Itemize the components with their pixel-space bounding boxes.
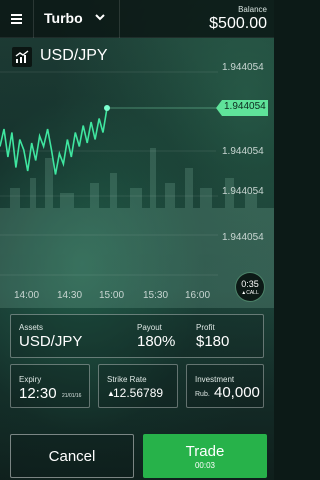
assets-label: Assets	[19, 323, 44, 332]
divider	[119, 0, 120, 38]
hamburger-icon	[11, 13, 22, 25]
expiry-label: Expiry	[19, 375, 42, 384]
price-level: 1.944054	[222, 62, 264, 73]
investment-field[interactable]: Investment Rub. 40,000	[186, 364, 264, 408]
top-bar: Turbo Balance $500.00	[0, 0, 274, 38]
investment-label: Investment	[195, 375, 235, 384]
trade-button[interactable]: Trade 00:03	[143, 434, 267, 478]
payout-value: 180%	[137, 333, 176, 350]
time-tick: 15:00	[99, 290, 125, 301]
time-tick: 15:30	[143, 290, 169, 301]
expiry-selector[interactable]: Expiry 12:30 21/01/16	[10, 364, 90, 408]
trade-button-timer: 00:03	[194, 461, 216, 470]
expiry-date: 21/01/16	[62, 393, 82, 399]
price-chart[interactable]	[0, 38, 274, 308]
investment-currency: Rub.	[195, 391, 210, 398]
trade-summary-panel: Assets USD/JPY Payout 180% Profit $180	[10, 314, 264, 358]
mode-label[interactable]: Turbo	[44, 10, 83, 26]
strike-rate-value: 12.56789	[113, 386, 164, 400]
profit-value: $180	[196, 333, 230, 350]
chevron-down-icon[interactable]	[94, 11, 106, 23]
time-tick: 14:00	[14, 290, 40, 301]
price-line	[0, 107, 108, 175]
strike-rate-label: Strike Rate	[107, 375, 147, 384]
balance-value: $500.00	[209, 15, 267, 32]
expiry-time: 12:30	[19, 385, 57, 402]
trading-screen: Turbo Balance $500.00 USD/JPY 1.944054 1…	[0, 0, 274, 480]
balance-label: Balance	[238, 5, 267, 14]
countdown-time: 0:35	[241, 279, 259, 289]
menu-button[interactable]	[0, 0, 34, 38]
assets-value[interactable]: USD/JPY	[19, 333, 82, 350]
trade-button-label: Trade	[185, 443, 225, 460]
cancel-button[interactable]: Cancel	[10, 434, 134, 478]
price-level: 1.944054	[222, 146, 264, 157]
investment-value[interactable]: 40,000	[214, 384, 260, 401]
current-price-value: 1.944054	[224, 101, 266, 112]
trade-direction: ▲CALL	[241, 290, 259, 296]
city-skyline-background	[0, 148, 274, 308]
time-tick: 14:30	[57, 290, 83, 301]
strike-rate-field[interactable]: Strike Rate ▲ 12.56789	[98, 364, 178, 408]
expiry-countdown: 0:35 ▲CALL	[235, 272, 265, 302]
profit-label: Profit	[196, 323, 215, 332]
time-tick: 16:00	[185, 290, 211, 301]
payout-label: Payout	[137, 323, 162, 332]
price-level: 1.944054	[222, 232, 264, 243]
price-level: 1.944054	[222, 186, 264, 197]
current-price-marker	[104, 105, 110, 111]
